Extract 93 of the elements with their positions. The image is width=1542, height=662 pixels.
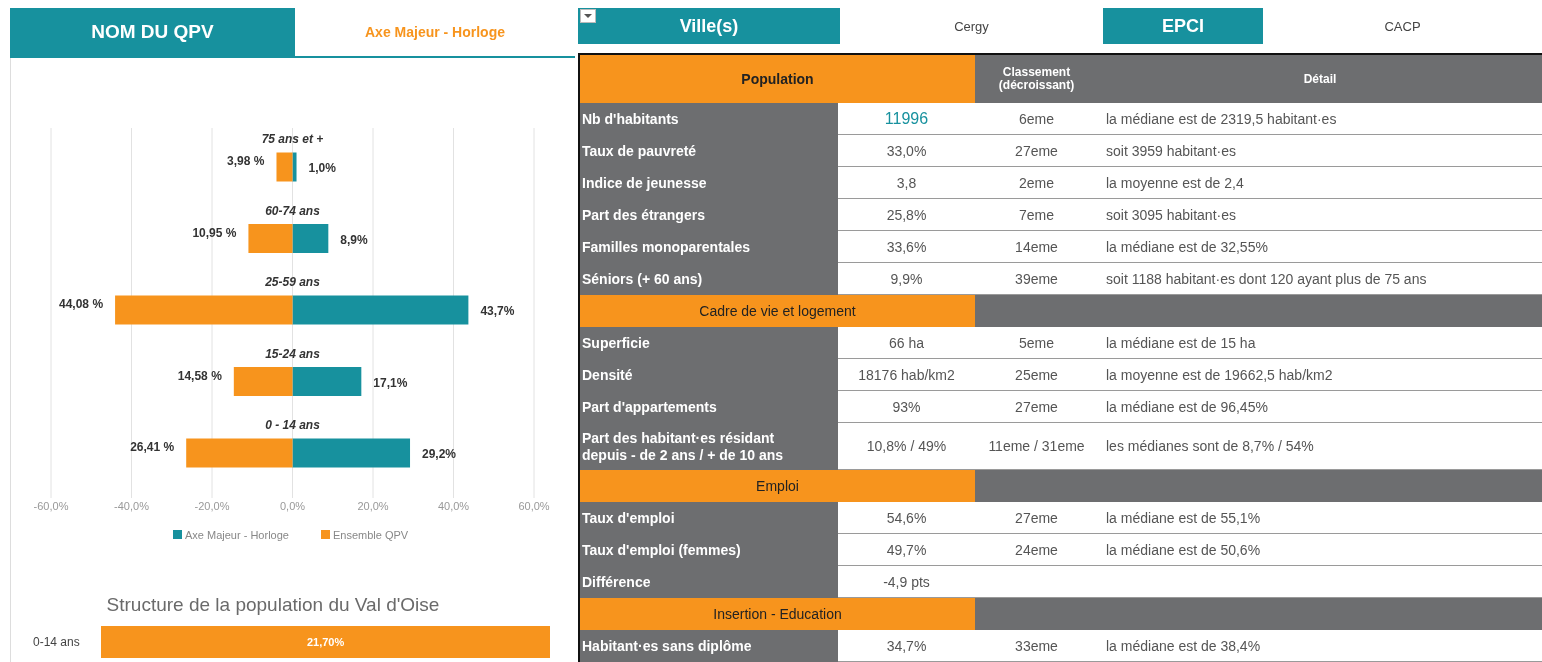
dropdown-icon[interactable] <box>580 9 596 23</box>
row-label: Taux d'emploi <box>580 502 838 534</box>
table-cell: la médiane est de 50,6% <box>1098 534 1542 566</box>
table-cell: 6eme <box>975 103 1098 135</box>
axis-tick-label: 0,0% <box>279 500 306 512</box>
table-cell: 7eme <box>975 199 1098 231</box>
table-cell: 25eme <box>975 359 1098 391</box>
row-label: Nb d'habitants <box>580 103 838 135</box>
axis-tick-label: -60,0% <box>33 500 69 512</box>
table-cell: la médiane est de 2319,5 habitant·es <box>1098 103 1542 135</box>
value-label: 29,2% <box>422 447 457 461</box>
axis-tick-label: -20,0% <box>194 500 230 512</box>
category-label: 0-14 ans <box>32 635 81 649</box>
table-cell: 27eme <box>975 135 1098 167</box>
legend-label: Axe Majeur - Horloge <box>185 529 289 541</box>
bar <box>233 367 293 396</box>
table-cell: la médiane est de 38,4% <box>1098 630 1542 662</box>
table-cell: 33,0% <box>838 135 975 167</box>
bar: 21,70% <box>101 626 551 658</box>
table-cell: 33eme <box>975 630 1098 662</box>
axis-tick-label: 20,0% <box>357 500 389 512</box>
column-header: Détail <box>1098 55 1542 103</box>
value-label: 43,7% <box>480 304 515 318</box>
qpv-label: NOM DU QPV <box>10 8 295 56</box>
legend-swatch <box>173 530 182 539</box>
value-label: 26,41 % <box>130 440 175 454</box>
table-cell: 66 ha <box>838 327 975 359</box>
bar <box>248 224 293 253</box>
table-cell: la moyenne est de 19662,5 hab/km2 <box>1098 359 1542 391</box>
table-cell: 11996 <box>838 103 975 135</box>
section-header: Insertion - Education <box>580 598 975 630</box>
row-label: Densité <box>580 359 838 391</box>
row-label: Séniors (+ 60 ans) <box>580 263 838 295</box>
value-label: 1,0% <box>308 161 336 175</box>
row-label: Habitant·es sans diplôme <box>580 630 838 662</box>
qpv-name: Axe Majeur - Horloge <box>364 23 506 42</box>
table-cell: soit 3095 habitant·es <box>1098 199 1542 231</box>
filter-name: EPCI <box>1162 15 1204 37</box>
table-cell: 49,7% <box>838 534 975 566</box>
table-cell: 5eme <box>975 327 1098 359</box>
row-label: Part d'appartements <box>580 391 838 423</box>
table-cell: la moyenne est de 2,4 <box>1098 167 1542 199</box>
filter-value: Cergy <box>953 17 990 36</box>
row-label: Taux d'emploi (femmes) <box>580 534 838 566</box>
table-cell: soit 3959 habitant·es <box>1098 135 1542 167</box>
table-cell: 3,8 <box>838 167 975 199</box>
row-label: Familles monoparentales <box>580 231 838 263</box>
axis-tick-label: 40,0% <box>437 500 470 512</box>
chart-title: Structure de la population du Val d'Oise <box>105 594 441 616</box>
value-label: 14,58 % <box>177 368 222 383</box>
category-label: 15-24 ans <box>265 346 320 361</box>
row-label: Indice de jeunesse <box>580 167 838 199</box>
table-cell: 27eme <box>975 502 1098 534</box>
value-label: 3,98 % <box>227 154 265 168</box>
table-cell: 54,6% <box>838 502 975 534</box>
table-cell: la médiane est de 15 ha <box>1098 327 1542 359</box>
axis-tick-label: -40,0% <box>114 500 149 512</box>
row-label: Taux de pauvreté <box>580 135 838 167</box>
table-cell: 2eme <box>975 167 1098 199</box>
bar <box>292 224 329 253</box>
table-cell: la médiane est de 32,55% <box>1098 231 1542 263</box>
bar <box>292 367 362 396</box>
table-cell: 27eme <box>975 391 1098 423</box>
table-cell: 34,7% <box>838 630 975 662</box>
row-label: Part des étrangers <box>580 199 838 231</box>
table-cell: 14eme <box>975 231 1098 263</box>
value-label: 8,9% <box>340 232 368 247</box>
row-label: Différence <box>580 566 838 598</box>
axis-tick-label: 60,0% <box>518 500 550 512</box>
filter-name: Ville(s) <box>679 15 739 37</box>
row-label: Superficie <box>580 327 838 359</box>
table-cell: 93% <box>838 391 975 423</box>
legend-label: Ensemble QPV <box>333 529 409 541</box>
column-header: Classement (décroissant) <box>975 55 1098 103</box>
table-cell: la médiane est de 96,45% <box>1098 391 1542 423</box>
section-header: Cadre de vie et logement <box>580 295 975 327</box>
value-label: 44,08 % <box>59 297 104 311</box>
table-cell: 33,6% <box>838 231 975 263</box>
category-label: 25-59 ans <box>265 275 320 289</box>
filter-value: CACP <box>1383 17 1422 36</box>
value-label: 10,95 % <box>192 225 237 240</box>
value-label: 17,1% <box>373 375 408 390</box>
table-cell: 24eme <box>975 534 1098 566</box>
table-cell: la médiane est de 55,1% <box>1098 502 1542 534</box>
table-cell: 25,8% <box>838 199 975 231</box>
category-label: 75 ans et + <box>261 132 324 146</box>
row-label: Part des habitant·es résidant depuis - de 2 ans / + de 10 ans <box>580 423 838 470</box>
category-label: 60-74 ans <box>265 203 320 218</box>
section-header: Emploi <box>580 470 975 502</box>
section-header: Population <box>580 55 975 103</box>
legend-swatch <box>321 530 330 539</box>
category-label: 0 - 14 ans <box>265 418 320 432</box>
table-cell: 18176 hab/km2 <box>838 359 975 391</box>
